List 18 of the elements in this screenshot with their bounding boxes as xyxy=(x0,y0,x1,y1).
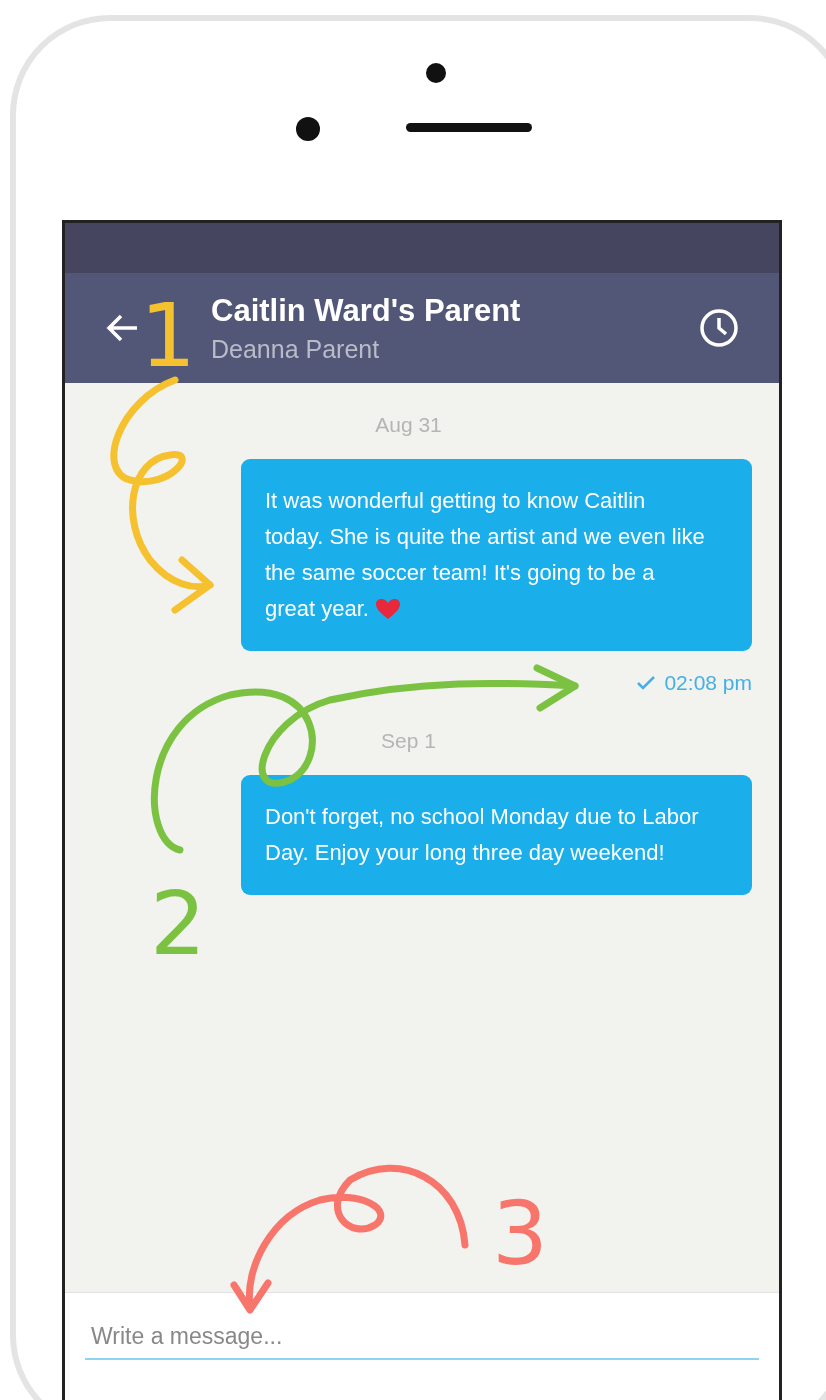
checkmark-icon xyxy=(636,675,657,691)
message-time: 02:08 pm xyxy=(664,671,752,695)
sensor-dot-icon xyxy=(426,63,446,83)
message-bubble: It was wonderful getting to know Caitlin today. She is quite the artist and we even like the same soccer team! It's going to be a great year. xyxy=(241,459,752,651)
heart-icon xyxy=(375,598,402,620)
back-arrow-icon[interactable] xyxy=(105,313,139,343)
contact-title: Caitlin Ward's Parent xyxy=(211,292,522,329)
contact-subtitle: Deanna Parent xyxy=(211,334,381,364)
message-bubble: Don't forget, no school Monday due to Labor Day. Enjoy your long three day weekend! xyxy=(241,775,752,895)
camera-icon xyxy=(296,117,320,141)
clock-icon[interactable] xyxy=(699,308,739,348)
annotation-number: 3 xyxy=(492,1190,548,1278)
annotation-number: 2 xyxy=(150,880,206,968)
date-label: Sep 1 xyxy=(381,729,436,753)
message-input[interactable]: Write a message... xyxy=(85,1315,759,1360)
annotation-number: 1 xyxy=(140,292,196,380)
date-label: Aug 31 xyxy=(375,413,442,437)
speaker-icon xyxy=(406,123,532,132)
